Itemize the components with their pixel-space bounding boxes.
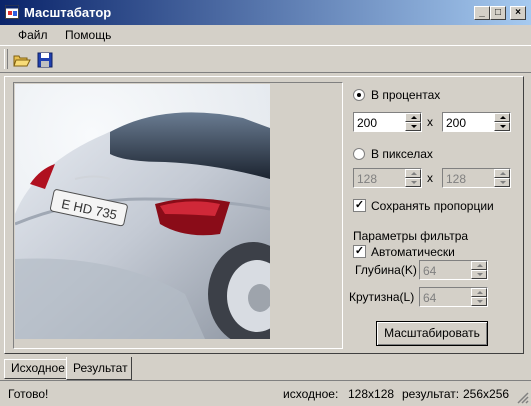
status-result-label: результат: — [402, 387, 460, 401]
arrow-down-icon — [477, 273, 483, 276]
maximize-button[interactable]: □ — [490, 6, 506, 20]
result-image: E HD 735 — [15, 84, 270, 339]
percent-height-value: 200 — [446, 116, 467, 130]
scale-button[interactable]: Масштабировать — [376, 321, 488, 346]
percent-radio[interactable] — [353, 89, 365, 101]
spin-down-button[interactable] — [471, 297, 487, 306]
percent-width-spinner[interactable]: 200 — [353, 112, 422, 132]
auto-label: Автоматически — [371, 245, 455, 259]
keep-ratio-label: Сохранять пропорции — [371, 199, 494, 213]
spin-up-button[interactable] — [494, 113, 510, 122]
pixel-width-value: 128 — [357, 172, 378, 186]
pixel-height-value: 128 — [446, 172, 467, 186]
arrow-down-icon — [477, 300, 483, 303]
minimize-button[interactable]: _ — [474, 6, 490, 20]
spin-up-button[interactable] — [471, 288, 487, 297]
menu-help[interactable]: Помощь — [65, 28, 111, 42]
spin-down-button[interactable] — [405, 178, 421, 187]
spin-up-button[interactable] — [405, 169, 421, 178]
arrow-up-icon — [411, 172, 417, 175]
arrow-up-icon — [477, 264, 483, 267]
radio-selected-dot — [357, 93, 361, 97]
close-button[interactable]: × — [510, 6, 526, 20]
spin-up-button[interactable] — [471, 261, 487, 270]
status-ready: Готово! — [8, 387, 49, 401]
spin-up-button[interactable] — [494, 169, 510, 178]
pixels-label: В пикселах — [371, 147, 433, 161]
arrow-down-icon — [411, 181, 417, 184]
toolbar-grip[interactable] — [4, 49, 8, 69]
tab-source[interactable]: Исходное — [4, 359, 67, 379]
times-sign: x — [427, 171, 433, 185]
percent-height-spinner[interactable]: 200 — [442, 112, 511, 132]
filter-params-title: Параметры фильтра — [353, 229, 469, 243]
slope-spinner[interactable]: 64 — [419, 287, 488, 307]
spin-down-button[interactable] — [471, 270, 487, 279]
maximize-icon: □ — [494, 7, 502, 18]
window-title: Масштабатор — [24, 5, 112, 20]
auto-checkbox[interactable]: ✓ — [353, 245, 366, 258]
times-sign: x — [427, 115, 433, 129]
pixels-radio[interactable] — [353, 148, 365, 160]
arrow-up-icon — [500, 116, 506, 119]
percent-label: В процентах — [371, 88, 441, 102]
close-icon: × — [515, 7, 521, 18]
menu-file[interactable]: Файл — [18, 28, 48, 42]
toolbar — [0, 45, 531, 73]
status-result-size: 256x256 — [463, 387, 510, 401]
arrow-down-icon — [411, 125, 417, 128]
folder-open-icon[interactable] — [12, 50, 32, 70]
slope-value: 64 — [423, 291, 437, 305]
spin-down-button[interactable] — [494, 122, 510, 131]
tab-result[interactable]: Результат — [66, 357, 132, 380]
floppy-save-icon[interactable] — [35, 50, 55, 70]
arrow-down-icon — [500, 125, 506, 128]
spin-down-button[interactable] — [494, 178, 510, 187]
depth-label: Глубина(K) — [355, 263, 417, 277]
depth-spinner[interactable]: 64 — [419, 260, 488, 280]
slope-label: Крутизна(L) — [349, 290, 415, 304]
app-window-icon — [5, 5, 19, 19]
arrow-up-icon — [477, 291, 483, 294]
status-source-size: 128x128 — [348, 387, 395, 401]
percent-width-value: 200 — [357, 116, 378, 130]
checkmark-icon: ✓ — [354, 199, 365, 211]
pixel-width-spinner[interactable]: 128 — [353, 168, 422, 188]
arrow-up-icon — [500, 172, 506, 175]
spin-down-button[interactable] — [405, 122, 421, 131]
minimize-icon: _ — [479, 7, 485, 18]
arrow-up-icon — [411, 116, 417, 119]
depth-value: 64 — [423, 264, 437, 278]
pixel-height-spinner[interactable]: 128 — [442, 168, 511, 188]
keep-ratio-checkbox[interactable]: ✓ — [353, 199, 366, 212]
checkmark-icon: ✓ — [354, 245, 365, 257]
spin-up-button[interactable] — [405, 113, 421, 122]
status-source-label: исходное: — [283, 387, 339, 401]
resize-grip-icon[interactable] — [517, 392, 529, 404]
arrow-down-icon — [500, 181, 506, 184]
